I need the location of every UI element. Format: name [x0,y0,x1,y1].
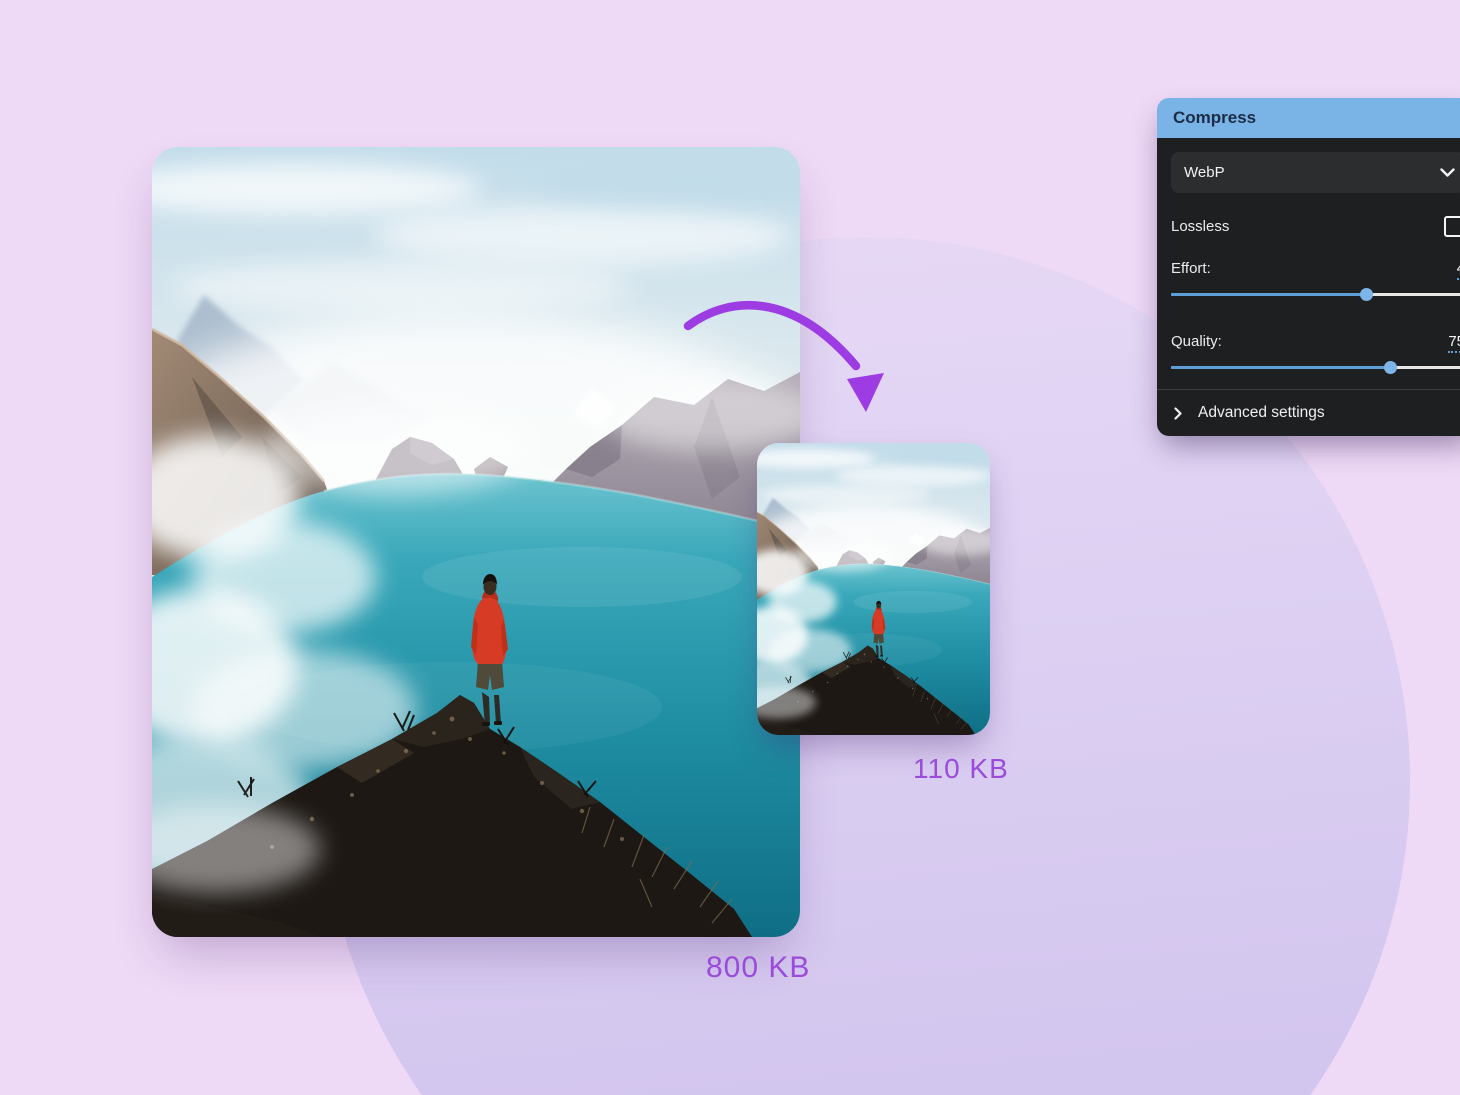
chevron-right-icon [1174,407,1182,420]
chevron-down-icon [1440,168,1455,178]
quality-label: Quality: [1171,333,1222,350]
effort-value[interactable]: 4 [1457,260,1460,280]
original-image-card [152,147,800,937]
effort-label: Effort: [1171,260,1211,277]
page-background: 800 KB 110 KB Compress WebP Lossless Eff… [0,0,1460,1095]
compressed-image-card [757,443,990,735]
effort-slider-fill [1171,293,1366,296]
panel-title: Compress [1157,98,1460,138]
lossless-checkbox[interactable] [1444,216,1460,237]
advanced-settings-label: Advanced settings [1198,404,1325,422]
quality-value[interactable]: 75 [1448,333,1460,353]
effort-slider[interactable] [1171,288,1460,301]
original-photo [152,147,800,937]
compress-panel: Compress WebP Lossless Effort: 4 Quality… [1157,98,1460,436]
format-select[interactable]: WebP [1171,152,1460,193]
compressed-size-label: 110 KB [913,753,1009,785]
quality-slider-thumb[interactable] [1384,361,1397,374]
effort-slider-thumb[interactable] [1360,288,1373,301]
original-size-label: 800 KB [706,951,810,985]
panel-body: WebP Lossless Effort: 4 Quality: 75 [1157,138,1460,436]
compressed-photo [757,443,990,735]
advanced-settings-toggle[interactable]: Advanced settings [1157,390,1460,436]
compression-arrow-icon [650,270,910,430]
format-select-value: WebP [1184,164,1440,181]
quality-slider[interactable] [1171,361,1460,374]
quality-slider-fill [1171,366,1391,369]
lossless-label: Lossless [1171,218,1229,235]
